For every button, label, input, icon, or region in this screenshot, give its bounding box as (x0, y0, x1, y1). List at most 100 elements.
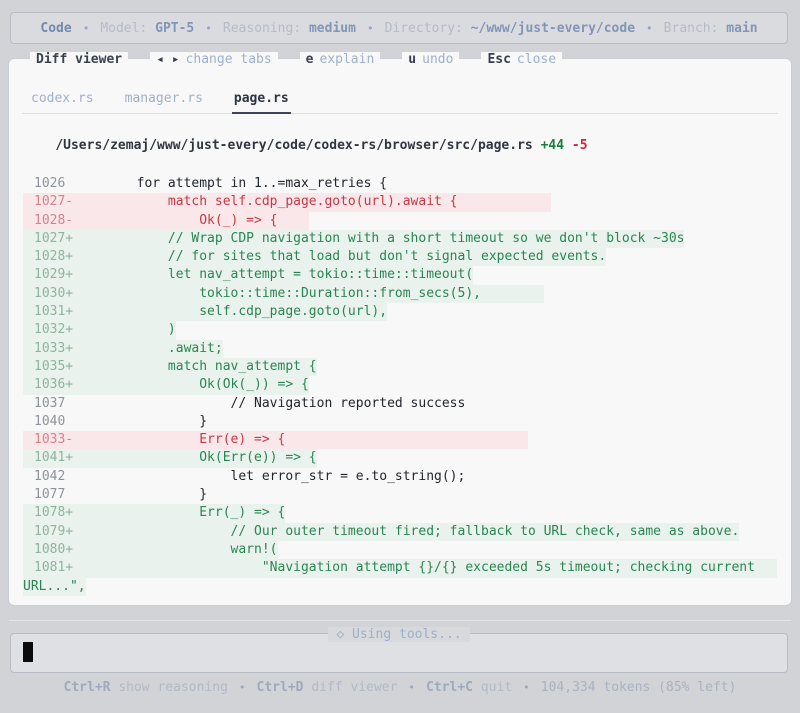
line-number: 1040 (34, 413, 66, 429)
diff-line: URL...", (23, 577, 777, 596)
tab-manager-rs[interactable]: manager.rs (125, 91, 203, 106)
line-code: Err(_) => { (74, 505, 286, 521)
shortcut-key: Esc (481, 51, 516, 67)
line-code: tokio::time::Duration::from_secs(5), (74, 285, 544, 301)
separator-dot-icon: • (238, 681, 246, 694)
line-code: match self.cdp_page.goto(url).await { (74, 194, 552, 210)
diff-line-cell: 1077 } (23, 486, 207, 504)
session-status-bar: Code • Model: GPT-5 • Reasoning: medium • Dire… (10, 12, 788, 44)
line-number: 1031+ (34, 304, 74, 320)
diff-bottom-divider (9, 619, 791, 621)
diff-line: 1028+ // for sites that load but don't s… (23, 248, 777, 267)
diff-line-cell: 1028- Ok(_) => { (23, 211, 309, 230)
line-code: warn!( (74, 541, 278, 557)
tab-underline-track (22, 112, 778, 114)
app-name: Code (40, 20, 72, 36)
line-code: } (74, 487, 208, 503)
diff-viewer-modal: Diff viewer ◂ ▸ change tabs e explain u undo Es… (8, 51, 792, 621)
token-usage: 104,334 tokens (85% left) (540, 680, 737, 695)
tab-codex-rs[interactable]: codex.rs (31, 91, 94, 106)
line-number: 1036+ (34, 377, 74, 393)
diff-line: 1041+ Ok(Err(e)) => { (23, 449, 777, 468)
diff-line-cell: 1081+ "Navigation attempt {}/{} exceeded… (23, 559, 777, 578)
separator-dot-icon: • (646, 21, 653, 35)
diamond-icon: ◇ (336, 626, 345, 642)
status-value: medium (308, 20, 356, 36)
tab-page-rs[interactable]: page.rs (234, 91, 289, 106)
diff-line-cell: 1026 for attempt in 1..=max_retries { (23, 175, 387, 193)
line-code: ) (74, 322, 176, 338)
diff-line-cell: 1030+ tokio::time::Duration::from_secs(5… (23, 284, 544, 304)
line-number: 1081+ (34, 560, 74, 576)
line-number: 1029+ (34, 267, 74, 283)
line-number: 1035+ (34, 358, 74, 374)
line-number: 1079+ (34, 523, 74, 539)
line-code: // Wrap CDP navigation with a short time… (74, 230, 685, 246)
line-code: // Navigation reported success (74, 395, 466, 411)
diff-content[interactable]: 1026 for attempt in 1..=max_retries {102… (9, 175, 791, 596)
composer-input[interactable]: ◇ Using tools... (10, 626, 788, 673)
diff-line-cell: 1079+ // Our outer timeout fired; fallba… (23, 522, 740, 541)
diff-line-cell: 1035+ match nav_attempt { (23, 357, 317, 377)
status-value: main (726, 20, 758, 36)
diff-line: 1028- Ok(_) => { (23, 211, 777, 230)
diff-line: 1027- match self.cdp_page.goto(url).awai… (23, 193, 777, 212)
shortcut-key: ◂ ▸ (150, 51, 185, 67)
footer-shortcut-action: quit (473, 680, 513, 695)
line-number: 1028+ (34, 249, 74, 265)
diff-line-cell: 1036+ Ok(Ok(_)) => { (23, 376, 309, 395)
diff-line: 1030+ tokio::time::Duration::from_secs(5… (23, 284, 777, 304)
separator-dot-icon: • (366, 21, 374, 35)
separator-dot-icon: • (82, 21, 90, 35)
diff-line: 1036+ Ok(Ok(_)) => { (23, 376, 777, 395)
diff-line-cell: 1041+ Ok(Err(e)) => { (23, 449, 317, 468)
line-code: match nav_attempt { (74, 358, 317, 374)
diff-line: 1035+ match nav_attempt { (23, 357, 777, 377)
status-label: Directory: (384, 20, 471, 36)
diff-line: 1040 } (23, 413, 777, 431)
line-code: Ok(_) => { (74, 212, 309, 228)
line-number: 1026 (34, 176, 66, 191)
shortcut-key: u (402, 51, 422, 67)
diff-line: 1029+ let nav_attempt = tokio::time::tim… (23, 266, 777, 285)
line-code: "Navigation attempt {}/{} exceeded 5s ti… (74, 560, 755, 576)
file-path-row: /Users/zemaj/www/just-every/code/codex-r… (24, 123, 791, 168)
line-number: 1027- (34, 194, 74, 210)
diff-line-cell: 1032+ ) (23, 321, 176, 340)
line-number: 1080+ (34, 541, 74, 557)
diff-line-cell: 1080+ warn!( (23, 540, 278, 560)
diff-line-cell: 1028+ // for sites that load but don't s… (23, 248, 607, 267)
line-number: 1041+ (34, 450, 74, 466)
tool-status-legend: ◇ Using tools... (11, 624, 787, 644)
shortcut-action: undo (421, 51, 460, 67)
diff-line-cell: 1033- Err(e) => { (23, 431, 528, 450)
line-code: // Our outer timeout fired; fallback to … (74, 523, 740, 539)
active-tab-underline (231, 112, 291, 114)
shortcut-action: explain (318, 51, 381, 67)
status-label: Branch: (663, 20, 727, 36)
footer-shortcut-key: Ctrl+R (63, 680, 111, 695)
diff-line-cell: 1027- match self.cdp_page.goto(url).awai… (23, 193, 552, 212)
diff-line: 1080+ warn!( (23, 540, 777, 560)
line-code: // for sites that load but don't signal … (74, 249, 607, 265)
diff-viewer-title: Diff viewer (30, 51, 129, 67)
line-code: let nav_attempt = tokio::time::timeout( (74, 267, 474, 283)
diff-line-cell: 1078+ Err(_) => { (23, 504, 286, 523)
footer-shortcut-key: Ctrl+C (426, 680, 474, 695)
line-number: 1030+ (34, 285, 74, 301)
status-label: Model: (100, 20, 156, 36)
line-code: } (74, 413, 208, 429)
diff-line: 1077 } (23, 486, 777, 504)
line-number: 1037 (34, 395, 66, 411)
line-code: Err(e) => { (74, 432, 528, 448)
footer-shortcuts-bar: Ctrl+R show reasoning • Ctrl+D diff viewer… (0, 680, 800, 695)
diff-line: 1042 let error_str = e.to_string(); (23, 468, 777, 486)
diff-line: 1078+ Err(_) => { (23, 504, 777, 523)
line-code: URL...", (23, 578, 86, 594)
line-number: 1033- (34, 432, 74, 448)
diff-line: 1031+ self.cdp_page.goto(url), (23, 303, 777, 322)
shortcut-key: e (299, 51, 319, 67)
footer-shortcut-action: show reasoning (110, 680, 228, 695)
line-number: 1027+ (34, 230, 74, 246)
diff-line: 1033- Err(e) => { (23, 431, 777, 450)
